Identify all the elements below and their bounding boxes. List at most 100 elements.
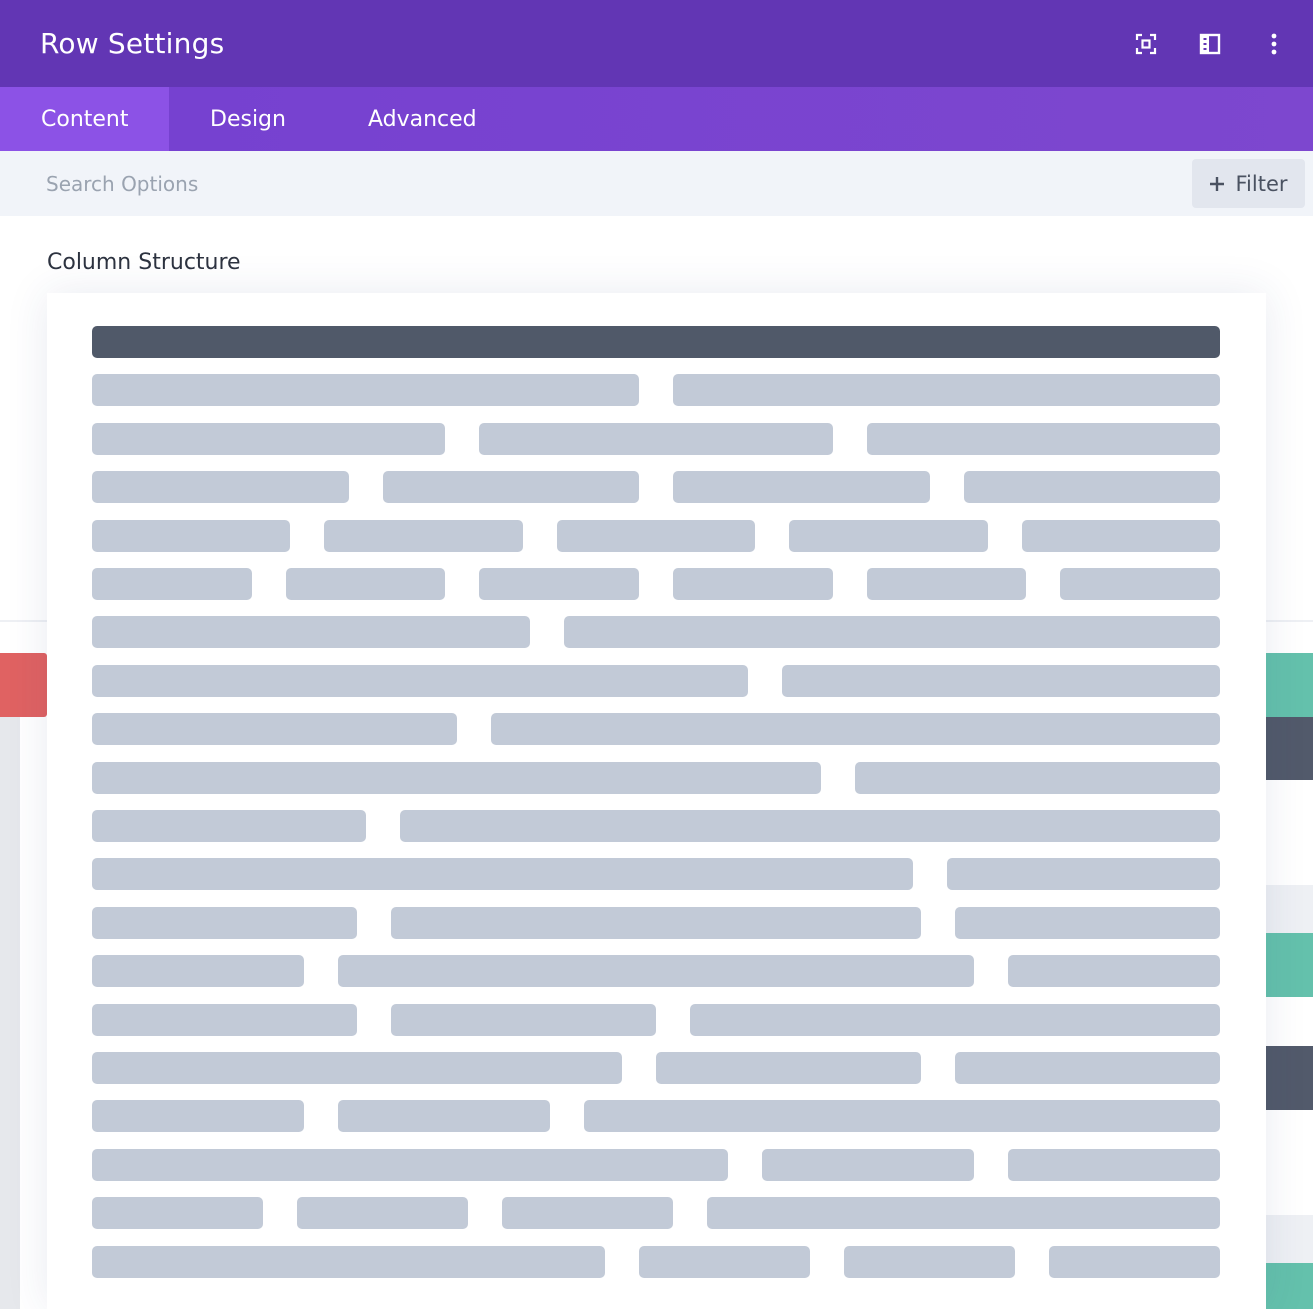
layout-column-block: [92, 520, 291, 552]
layout-column-block: [92, 1149, 728, 1181]
background-gray-band: [1266, 885, 1313, 933]
column-layout-option[interactable]: [92, 955, 1220, 987]
layout-column-block: [92, 665, 749, 697]
column-layout-option[interactable]: [92, 858, 1220, 890]
column-layout-option[interactable]: [92, 1052, 1220, 1084]
layout-column-block: [673, 471, 930, 503]
layout-column-block: [946, 858, 1220, 890]
layout-column-block: [789, 520, 988, 552]
layout-column-block: [963, 471, 1220, 503]
layout-column-block: [584, 1100, 1220, 1132]
layout-column-block: [673, 568, 833, 600]
column-layout-option[interactable]: [92, 1004, 1220, 1036]
background-red-tab: [0, 653, 47, 717]
layout-column-block: [92, 1100, 304, 1132]
layout-column-block: [338, 1100, 550, 1132]
background-slate-block: [1266, 1046, 1313, 1110]
layout-column-block: [92, 955, 304, 987]
modal-title: Row Settings: [40, 27, 225, 60]
layout-column-block: [782, 665, 1220, 697]
background-gray-band: [1266, 1215, 1313, 1263]
more-options-icon[interactable]: [1255, 25, 1293, 63]
header-actions: [1127, 0, 1293, 87]
column-layout-option[interactable]: [92, 1149, 1220, 1181]
column-layout-option[interactable]: [92, 568, 1220, 600]
layout-column-block: [92, 1246, 605, 1278]
column-layout-option[interactable]: [92, 471, 1220, 503]
modal-header: Row Settings: [0, 0, 1313, 87]
tab-design[interactable]: Design: [169, 87, 327, 151]
layout-column-block: [866, 423, 1220, 455]
column-layout-option[interactable]: [92, 1246, 1220, 1278]
filter-button[interactable]: Filter: [1192, 159, 1305, 208]
layout-column-block: [955, 1052, 1220, 1084]
layout-column-block: [92, 907, 357, 939]
layout-column-block: [479, 568, 639, 600]
layout-column-block: [1049, 1246, 1220, 1278]
layout-column-block: [92, 1004, 357, 1036]
column-layout-option[interactable]: [92, 713, 1220, 745]
layout-column-block: [92, 1197, 263, 1229]
layout-column-block: [338, 955, 974, 987]
background-teal-block: [1266, 653, 1313, 717]
tab-advanced[interactable]: Advanced: [327, 87, 518, 151]
plus-icon: [1210, 176, 1225, 191]
layout-column-block: [391, 907, 921, 939]
layout-column-block: [92, 858, 913, 890]
layout-column-block: [92, 471, 349, 503]
filter-label: Filter: [1235, 171, 1288, 196]
layout-column-block: [92, 762, 822, 794]
layout-column-block: [92, 423, 446, 455]
column-layout-option[interactable]: [92, 616, 1220, 648]
tab-content[interactable]: Content: [0, 87, 169, 151]
layout-column-block: [556, 520, 756, 552]
column-layout-option[interactable]: [92, 423, 1220, 455]
column-layout-option[interactable]: [92, 1197, 1220, 1229]
column-layout-option[interactable]: [92, 374, 1220, 406]
layout-column-block: [844, 1246, 1015, 1278]
layout-column-block: [955, 907, 1220, 939]
layout-column-block: [92, 1052, 622, 1084]
layout-column-block: [324, 520, 523, 552]
column-layout-option[interactable]: [92, 762, 1220, 794]
layout-column-block: [656, 1052, 921, 1084]
layout-column-block: [92, 568, 252, 600]
background-teal-block: [1266, 933, 1313, 997]
layout-column-block: [1008, 1149, 1220, 1181]
layout-column-block: [391, 1004, 656, 1036]
settings-tabs: Content Design Advanced: [0, 87, 1313, 151]
background-left-strip: [0, 717, 20, 1309]
layout-column-block: [92, 810, 366, 842]
background-slate-block: [1266, 717, 1313, 780]
layout-column-block: [297, 1197, 468, 1229]
column-layout-option[interactable]: [92, 810, 1220, 842]
layout-column-block: [639, 1246, 810, 1278]
layout-column-block: [1021, 520, 1220, 552]
layout-column-block: [399, 810, 1220, 842]
search-input[interactable]: [46, 167, 646, 201]
column-layout-option[interactable]: [92, 326, 1220, 358]
split-view-icon[interactable]: [1191, 25, 1229, 63]
column-layout-option[interactable]: [92, 520, 1220, 552]
layout-column-block: [866, 568, 1027, 600]
layout-column-block: [707, 1197, 1220, 1229]
layout-column-block: [285, 568, 446, 600]
layout-column-block: [502, 1197, 673, 1229]
layout-column-block: [1060, 568, 1220, 600]
column-layout-option[interactable]: [92, 1100, 1220, 1132]
layout-column-block: [690, 1004, 1220, 1036]
layout-column-block: [92, 326, 1220, 358]
expand-icon[interactable]: [1127, 25, 1165, 63]
layout-column-block: [855, 762, 1220, 794]
layout-column-block: [490, 713, 1220, 745]
layout-column-block: [92, 713, 457, 745]
layout-column-block: [92, 616, 530, 648]
search-bar: Filter: [0, 151, 1313, 216]
layout-column-block: [1008, 955, 1220, 987]
column-layout-option[interactable]: [92, 665, 1220, 697]
layout-column-block: [382, 471, 639, 503]
column-structure-title: Column Structure: [47, 250, 241, 275]
column-layout-option[interactable]: [92, 907, 1220, 939]
background-teal-block: [1266, 1263, 1313, 1309]
layout-column-block: [563, 616, 1220, 648]
